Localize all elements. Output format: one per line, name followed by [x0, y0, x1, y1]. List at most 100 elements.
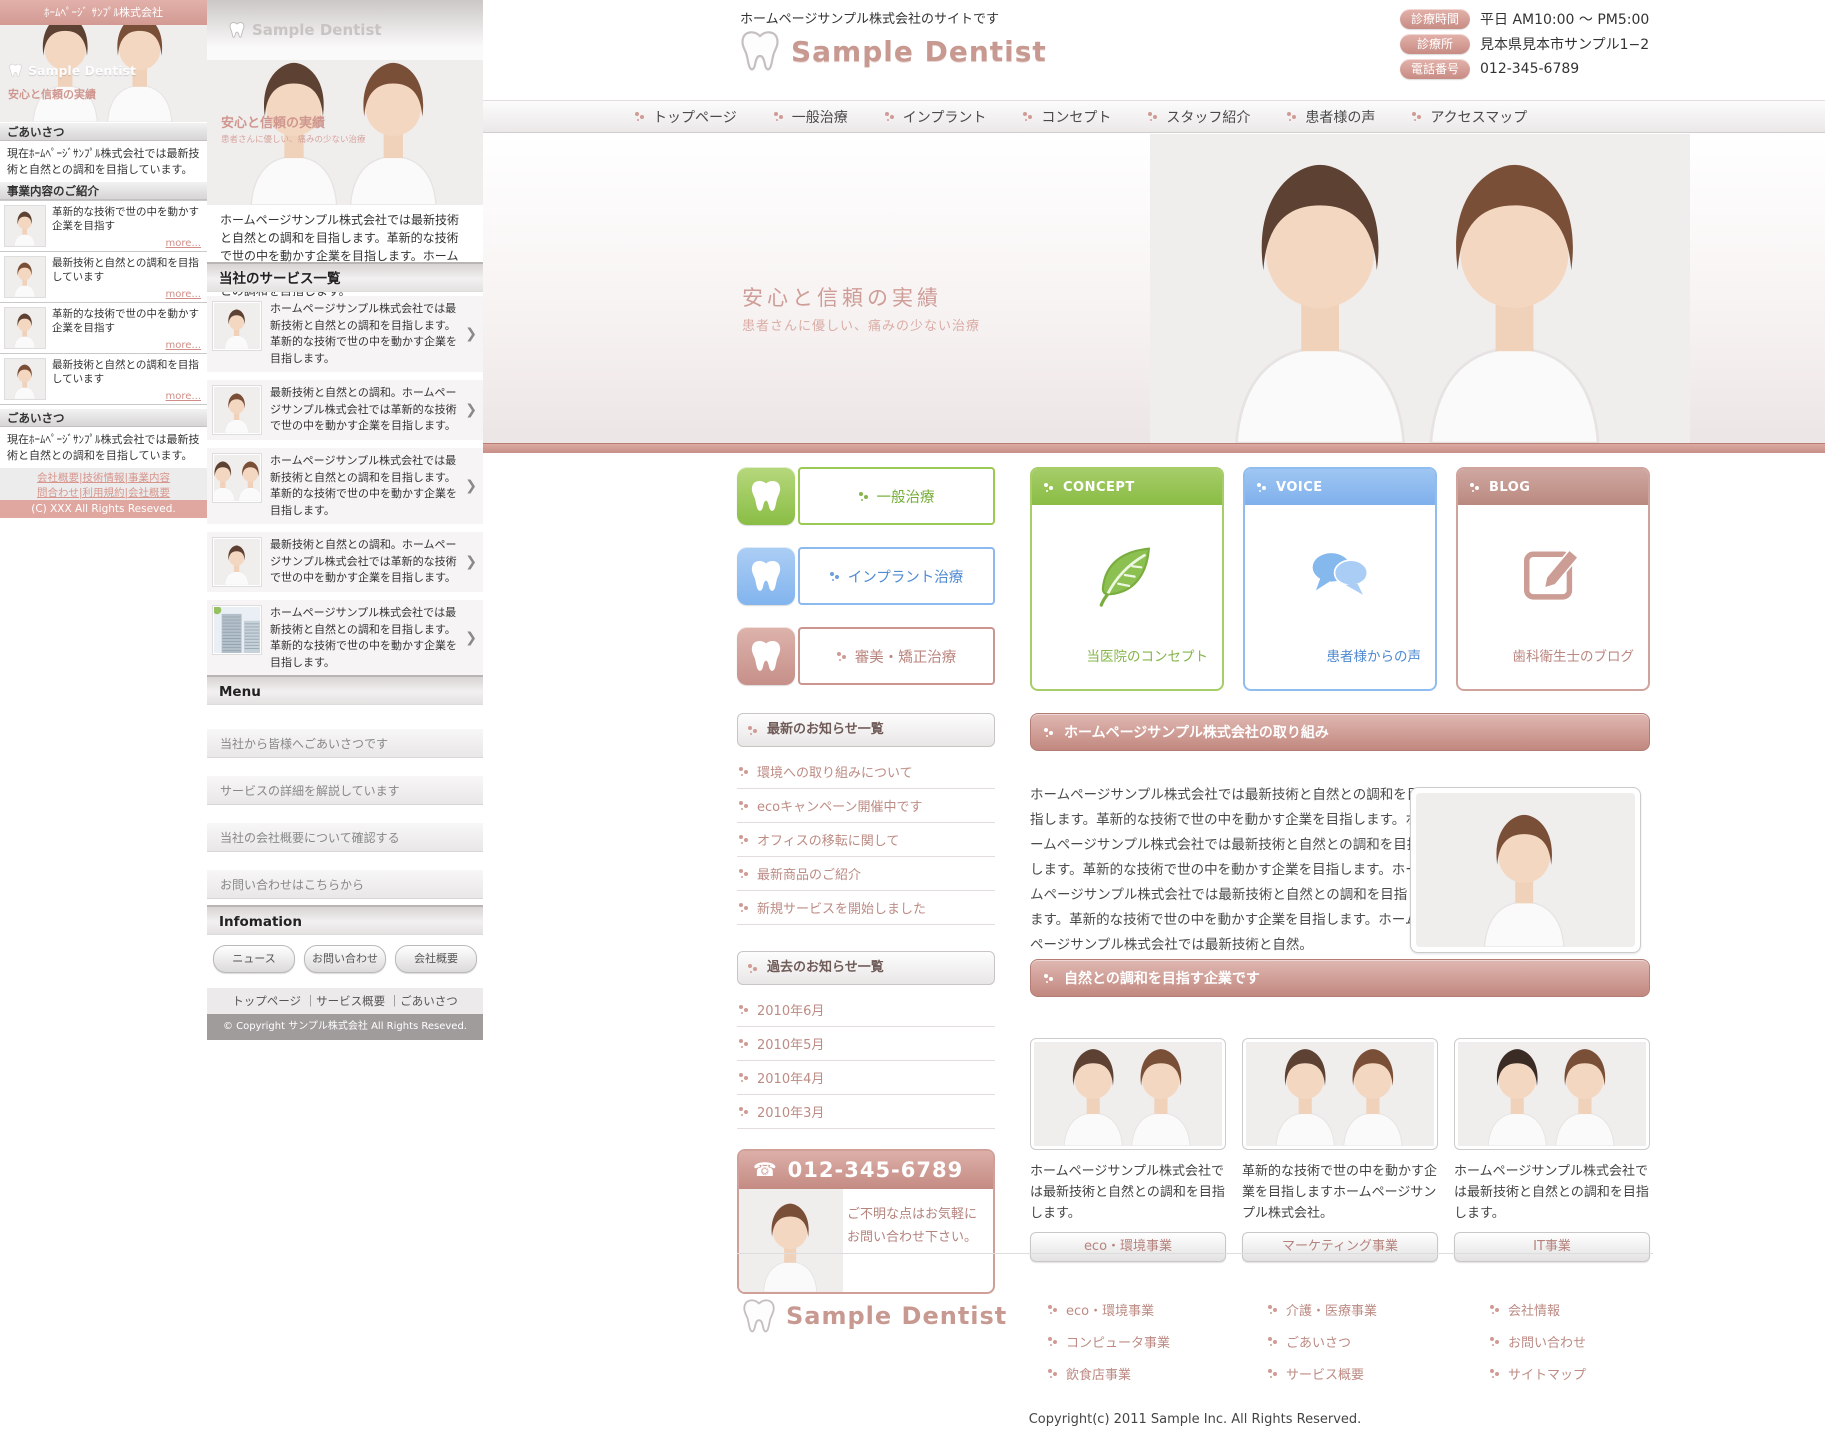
footer-link[interactable]: ごあいさつ [1268, 1332, 1478, 1351]
blog-card-header: BLOG [1458, 469, 1648, 505]
footer-logo-text: Sample Dentist [786, 1302, 1007, 1330]
implant-treatment-button[interactable]: インプラント治療 [737, 547, 995, 605]
list-item[interactable]: 最新技術と自然との調和を目指しています more... [0, 252, 207, 303]
menu-item-services[interactable]: サービスの詳細を解説しています [207, 775, 483, 805]
dots-icon [739, 800, 750, 811]
company-button[interactable]: 会社概要 [395, 945, 477, 973]
news-link-label: 環境への取り組みについて [757, 762, 913, 781]
tooth-logo-icon [735, 26, 785, 76]
dots-icon [1048, 1336, 1059, 1347]
dots-icon [739, 1106, 750, 1117]
footer-link[interactable]: サイトマップ [1490, 1364, 1700, 1383]
dots-icon [1268, 1336, 1279, 1347]
contact-button[interactable]: お問い合わせ [304, 945, 386, 973]
nav-label: 一般治療 [792, 107, 848, 127]
eco-business-button[interactable]: eco・環境事業 [1030, 1232, 1226, 1262]
dots-icon [739, 868, 750, 879]
archive-link[interactable]: 2010年5月 [737, 1027, 995, 1061]
footer-link[interactable]: 飲食店事業 [1048, 1364, 1258, 1383]
more-link[interactable]: more... [166, 340, 201, 351]
archive-link-label: 2010年3月 [757, 1102, 824, 1121]
nav-top[interactable]: トップページ [635, 107, 737, 127]
list-item[interactable]: 革新的な技術で世の中を動かす企業を目指す more... [0, 303, 207, 354]
footer-logo[interactable]: Sample Dentist [738, 1295, 1007, 1337]
archive-list-header: 過去のお知らせ一覧 [737, 951, 995, 985]
news-link[interactable]: 環境への取り組みについて [737, 755, 995, 789]
news-link[interactable]: 最新商品のご紹介 [737, 857, 995, 891]
marketing-business-button[interactable]: マーケティング事業 [1242, 1232, 1438, 1262]
nav-voice[interactable]: 患者様の声 [1287, 107, 1375, 127]
archive-link[interactable]: 2010年3月 [737, 1095, 995, 1129]
blog-card[interactable]: BLOG 歯科衛生士のブログ [1456, 467, 1650, 691]
it-business-button[interactable]: IT事業 [1454, 1232, 1650, 1262]
clinic-info-row: 電話番号 012-345-6789 [1400, 58, 1649, 79]
service-item[interactable]: ホームページサンプル株式会社では最新技術と自然との調和を目指します。革新的な技術… [207, 600, 483, 676]
more-link[interactable]: more... [166, 238, 201, 249]
card-title: BLOG [1489, 480, 1530, 495]
dots-icon [739, 766, 750, 777]
archive-link[interactable]: 2010年4月 [737, 1061, 995, 1095]
dots-icon [1044, 482, 1055, 493]
voice-card-link[interactable]: 患者様からの声 [1245, 645, 1435, 665]
general-treatment-button[interactable]: 一般治療 [737, 467, 995, 525]
more-link[interactable]: more... [166, 289, 201, 300]
clinic-info-row: 診療時間 平日 AM10:00 〜 PM5:00 [1400, 8, 1649, 29]
service-item[interactable]: 最新技術と自然との調和。ホームページサンプル株式会社では革新的な技術で世の中を動… [207, 380, 483, 440]
blog-card-link[interactable]: 歯科衛生士のブログ [1458, 645, 1648, 665]
news-header-label: 最新のお知らせ一覧 [767, 714, 884, 746]
nav-concept[interactable]: コンセプト [1023, 107, 1111, 127]
service-item-text: ホームページサンプル株式会社では最新技術と自然との調和を目指します。革新的な技術… [270, 605, 478, 671]
business-text: ホームページサンプル株式会社では最新技術と自然との調和を目指します。 [1030, 1162, 1226, 1224]
news-link[interactable]: ecoキャンペーン開催中です [737, 789, 995, 823]
dots-icon [1287, 111, 1298, 122]
service-item[interactable]: 最新技術と自然との調和。ホームページサンプル株式会社では革新的な技術で世の中を動… [207, 532, 483, 592]
list-item[interactable]: 革新的な技術で世の中を動かす企業を目指す more... [0, 201, 207, 252]
list-item-text: 最新技術と自然との調和を目指しています [52, 358, 203, 386]
menu-item-greeting[interactable]: 当社から皆様へごあいさつです [207, 728, 483, 758]
chevron-right-icon: ❯ [465, 402, 477, 418]
news-link[interactable]: オフィスの移転に関して [737, 823, 995, 857]
dots-icon [1148, 111, 1159, 122]
nav-access[interactable]: アクセスマップ [1412, 107, 1527, 127]
service-item[interactable]: ホームページサンプル株式会社では最新技術と自然との調和を目指します。革新的な技術… [207, 448, 483, 524]
mobile-hero-title: 安心と信頼の実績 [8, 86, 96, 102]
news-link[interactable]: 新規サービスを開始しました [737, 891, 995, 925]
footer-link[interactable]: 会社情報 [1490, 1300, 1700, 1319]
tablet-footer-nav[interactable]: トップページ ｜サービス概要 ｜ごあいさつ [207, 988, 483, 1014]
concept-card[interactable]: CONCEPT 当医院のコンセプト [1030, 467, 1224, 691]
dots-icon [1044, 727, 1055, 738]
list-item[interactable]: 最新技術と自然との調和を目指しています more... [0, 354, 207, 405]
news-list-header: 最新のお知らせ一覧 [737, 713, 995, 747]
service-item[interactable]: ホームページサンプル株式会社では最新技術と自然との調和を目指します。革新的な技術… [207, 296, 483, 372]
treatment-label: インプラント治療 [848, 566, 964, 587]
list-item-photo [4, 307, 46, 349]
concept-card-header: CONCEPT [1032, 469, 1222, 505]
service-item-text: ホームページサンプル株式会社では最新技術と自然との調和を目指します。革新的な技術… [270, 453, 478, 519]
footer-link[interactable]: コンピュータ事業 [1048, 1332, 1258, 1351]
menu-item-contact[interactable]: お問い合わせはこちらから [207, 869, 483, 899]
tablet-service-list: ホームページサンプル株式会社では最新技術と自然との調和を目指します。革新的な技術… [207, 296, 483, 684]
footer-link[interactable]: 介護・医療事業 [1268, 1300, 1478, 1319]
mobile-footer-links-line1[interactable]: 会社概要|技術情報|事業内容 [0, 471, 207, 486]
cosmetic-treatment-button[interactable]: 審美・矯正治療 [737, 627, 995, 685]
tablet-logo: Sample Dentist [227, 20, 382, 40]
nav-staff[interactable]: スタッフ紹介 [1148, 107, 1250, 127]
news-link-label: 最新商品のご紹介 [757, 864, 861, 883]
nav-implant[interactable]: インプラント [885, 107, 987, 127]
dots-icon [1268, 1304, 1279, 1315]
dots-icon [748, 963, 759, 974]
screenshot-canvas: ﾎｰﾑﾍﾟｰｼﾞ ｻﾝﾌﾟﾙ株式会社 Sample Dentist 安心と信頼の… [0, 0, 1825, 1439]
news-button[interactable]: ニュース [213, 945, 295, 973]
more-link[interactable]: more... [166, 391, 201, 402]
menu-item-company[interactable]: 当社の会社概要について確認する [207, 822, 483, 852]
voice-card[interactable]: VOICE 患者様からの声 [1243, 467, 1437, 691]
footer-link[interactable]: お問い合わせ [1490, 1332, 1700, 1351]
nav-general[interactable]: 一般治療 [774, 107, 848, 127]
service-item-photo [214, 387, 260, 433]
footer-link[interactable]: eco・環境事業 [1048, 1300, 1258, 1319]
archive-link[interactable]: 2010年6月 [737, 993, 995, 1027]
site-copyright: Copyright(c) 2011 Sample Inc. All Rights… [737, 1412, 1653, 1427]
site-logo[interactable]: Sample Dentist [735, 26, 1047, 76]
concept-card-link[interactable]: 当医院のコンセプト [1032, 645, 1222, 665]
footer-link[interactable]: サービス概要 [1268, 1364, 1478, 1383]
